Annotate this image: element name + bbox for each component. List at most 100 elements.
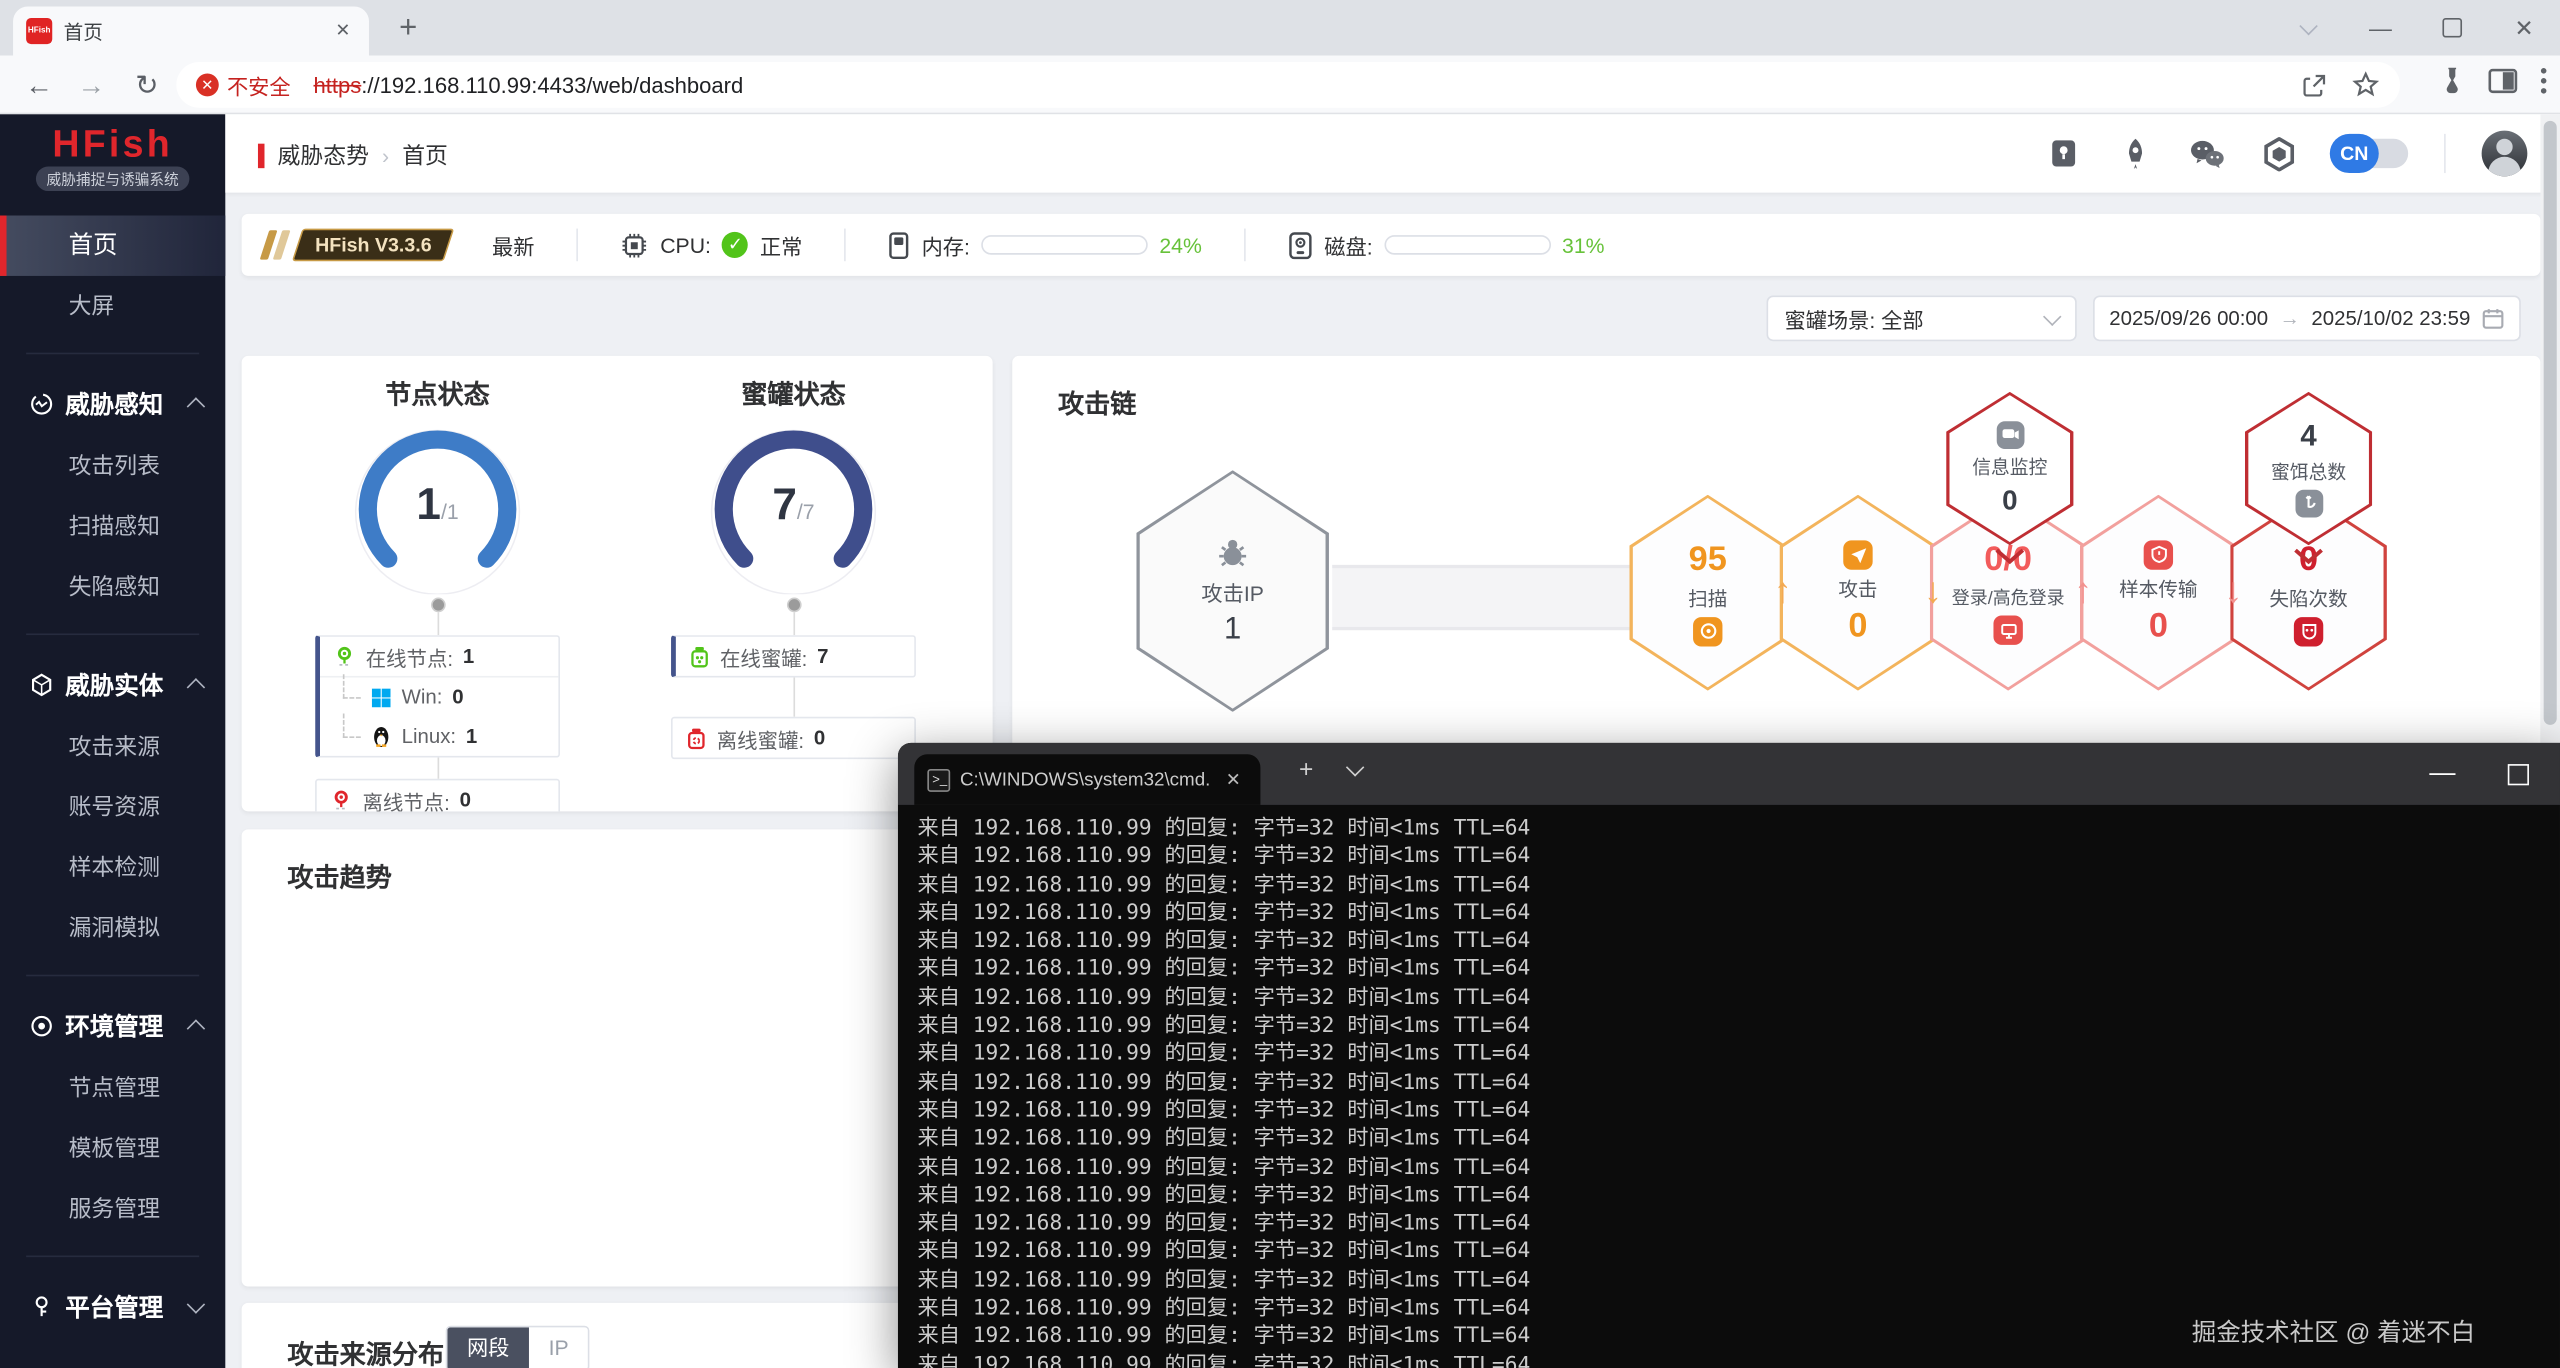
address-bar[interactable]: ✕ 不安全 https://192.168.110.99:4433/web/da… xyxy=(176,62,2400,108)
tab-close-icon[interactable]: ✕ xyxy=(330,18,356,44)
scan-hexagon[interactable]: 95 扫描 xyxy=(1629,495,1786,691)
logo-text: HFish xyxy=(0,124,225,163)
terminal-tab[interactable]: >_ C:\WINDOWS\system32\cmd. ✕ xyxy=(914,754,1260,805)
online-honeypot-jar-icon xyxy=(689,645,710,668)
tab-search-icon[interactable] xyxy=(2273,0,2345,56)
hexagon-shield-icon[interactable] xyxy=(2261,136,2297,172)
terminal-line: 来自 192.168.110.99 的回复: 字节=32 时间<1ms TTL=… xyxy=(918,843,2547,871)
reload-button[interactable]: ↻ xyxy=(127,67,166,106)
terminal-minimize-button[interactable]: — xyxy=(2407,743,2479,805)
sidebar-item-6[interactable]: 失陷感知 xyxy=(0,557,225,617)
sidebar-item-9[interactable]: 攻击来源 xyxy=(0,717,225,777)
chevron-up-icon xyxy=(187,677,205,695)
terminal-maximize-button[interactable] xyxy=(2482,743,2554,805)
terminal-line: 来自 192.168.110.99 的回复: 字节=32 时间<1ms TTL=… xyxy=(918,1069,2547,1097)
sidebar-section-3[interactable]: 威胁感知 xyxy=(0,371,225,436)
sidebar-section-label: 威胁感知 xyxy=(65,386,163,420)
attack-ip-hexagon[interactable]: 攻击IP 1 xyxy=(1136,470,1329,712)
menu-kebab-icon[interactable] xyxy=(2540,67,2547,95)
browser-tab[interactable]: HFish 首页 ✕ xyxy=(13,7,369,56)
cmd-icon: >_ xyxy=(927,768,950,791)
rocket-icon[interactable] xyxy=(2118,136,2154,172)
sidebar-item-0[interactable]: 首页 xyxy=(0,216,225,276)
info-monitor-hexagon[interactable]: 信息监控 0 xyxy=(1946,392,2073,545)
window-minimize-button[interactable]: — xyxy=(2344,0,2416,56)
terminal-tab-title: C:\WINDOWS\system32\cmd. xyxy=(960,770,1219,790)
version-badge: HFish V3.3.6 xyxy=(264,229,449,262)
calendar-icon xyxy=(2482,307,2505,330)
tree-branch xyxy=(343,673,361,697)
terminal-line: 来自 192.168.110.99 的回复: 字节=32 时间<1ms TTL=… xyxy=(918,1238,2547,1266)
memory-icon xyxy=(889,231,910,259)
toggle-ip-button[interactable]: IP xyxy=(529,1327,588,1368)
terminal-window[interactable]: >_ C:\WINDOWS\system32\cmd. ✕ + — 来自 192… xyxy=(898,743,2560,1368)
sidebar-section-14[interactable]: 环境管理 xyxy=(0,993,225,1058)
new-tab-button[interactable]: + xyxy=(389,11,428,50)
chevron-down-icon xyxy=(187,1294,205,1312)
terminal-new-tab-button[interactable]: + xyxy=(1283,756,1329,784)
terminal-line: 来自 192.168.110.99 的回复: 字节=32 时间<1ms TTL=… xyxy=(918,1351,2547,1368)
sidebar-item-5[interactable]: 扫描感知 xyxy=(0,496,225,556)
chevron-up-icon xyxy=(187,1019,205,1037)
wechat-icon[interactable] xyxy=(2189,136,2225,172)
share-icon[interactable] xyxy=(2300,71,2328,99)
honeypot-status-panel: 蜜罐状态 7/7 在线蜜罐:7 xyxy=(614,372,973,759)
breadcrumb-section[interactable]: 威胁态势 xyxy=(278,139,369,172)
user-avatar[interactable] xyxy=(2482,131,2528,177)
attack-hexagon[interactable]: 攻击 0 xyxy=(1780,495,1937,691)
window-close-button[interactable]: ✕ xyxy=(2488,0,2560,56)
sidebar-menu: 首页大屏威胁感知攻击列表扫描感知失陷感知威胁实体攻击来源账号资源样本检测漏洞模拟… xyxy=(0,206,225,1339)
date-range-picker[interactable]: 2025/09/26 00:00 → 2025/10/02 23:59 xyxy=(2093,296,2521,342)
filter-row: 蜜罐场景: 全部 2025/09/26 00:00 → 2025/10/02 2… xyxy=(1767,296,2521,342)
sidebar-section-19[interactable]: 平台管理 xyxy=(0,1273,225,1338)
bug-icon xyxy=(1215,535,1251,571)
bookmark-star-icon[interactable] xyxy=(2351,70,2380,99)
sidebar-item-4[interactable]: 攻击列表 xyxy=(0,436,225,496)
platform-icon xyxy=(29,1294,53,1318)
radar-icon xyxy=(29,391,53,415)
scene-select[interactable]: 蜜罐场景: 全部 xyxy=(1767,296,2077,342)
sidebar-item-11[interactable]: 样本检测 xyxy=(0,838,225,898)
toggle-subnet-button[interactable]: 网段 xyxy=(447,1327,529,1368)
language-label: CN xyxy=(2330,134,2379,173)
security-badge[interactable]: ✕ 不安全 xyxy=(196,69,291,100)
system-status-bar: HFish V3.3.6 最新 CPU: ✓ 正常 内存: 24% xyxy=(242,214,2541,276)
honeypot-status-title: 蜜罐状态 xyxy=(614,372,973,411)
terminal-line: 来自 192.168.110.99 的回复: 字节=32 时间<1ms TTL=… xyxy=(918,1012,2547,1040)
sidebar-divider xyxy=(26,353,199,355)
language-toggle[interactable]: CN xyxy=(2333,139,2408,168)
sidebar-item-17[interactable]: 服务管理 xyxy=(0,1179,225,1239)
connector-dot xyxy=(786,598,801,613)
sidebar-item-10[interactable]: 账号资源 xyxy=(0,777,225,837)
sidebar-section-8[interactable]: 威胁实体 xyxy=(0,651,225,716)
sample-shield-icon xyxy=(2144,540,2173,569)
latest-label[interactable]: 最新 xyxy=(492,229,534,260)
honeypot-offline-box: 离线蜜罐:0 xyxy=(671,717,916,759)
flask-icon[interactable] xyxy=(2439,67,2465,95)
terminal-line: 来自 192.168.110.99 的回复: 字节=32 时间<1ms TTL=… xyxy=(918,815,2547,843)
hacker-mask-icon xyxy=(2294,616,2323,645)
window-restore-button[interactable] xyxy=(2416,0,2488,56)
attack-icon xyxy=(1843,540,1872,569)
bait-total-hexagon[interactable]: 4 蜜饵总数 xyxy=(2245,392,2372,545)
terminal-line: 来自 192.168.110.99 的回复: 字节=32 时间<1ms TTL=… xyxy=(918,871,2547,899)
cube-icon xyxy=(29,672,53,696)
sample-hexagon[interactable]: 样本传输 0 xyxy=(2080,495,2237,691)
sidebar-item-15[interactable]: 节点管理 xyxy=(0,1058,225,1118)
terminal-dropdown-icon[interactable] xyxy=(1332,753,1378,781)
docs-icon[interactable] xyxy=(2046,136,2082,172)
scrollbar-thumb[interactable] xyxy=(2544,121,2557,725)
sidebar-item-1[interactable]: 大屏 xyxy=(0,276,225,336)
node-status-panel: 节点状态 1/1 在线节点:1 xyxy=(258,372,617,811)
terminal-tab-close-icon[interactable]: ✕ xyxy=(1219,769,1247,790)
sidebar-item-12[interactable]: 漏洞模拟 xyxy=(0,898,225,958)
back-button[interactable]: ← xyxy=(20,67,59,106)
sidebar-item-16[interactable]: 模板管理 xyxy=(0,1118,225,1178)
terminal-line: 来自 192.168.110.99 的回复: 字节=32 时间<1ms TTL=… xyxy=(918,1267,2547,1295)
forward-button[interactable]: → xyxy=(72,67,111,106)
side-panel-icon[interactable] xyxy=(2488,68,2517,94)
attack-source-title: 攻击来源分布 xyxy=(287,1332,444,1368)
linux-icon xyxy=(371,725,392,748)
sidebar: HFish 威胁捕捉与诱骗系统 首页大屏威胁感知攻击列表扫描感知失陷感知威胁实体… xyxy=(0,114,225,1368)
breadcrumb-page[interactable]: 首页 xyxy=(402,139,448,172)
